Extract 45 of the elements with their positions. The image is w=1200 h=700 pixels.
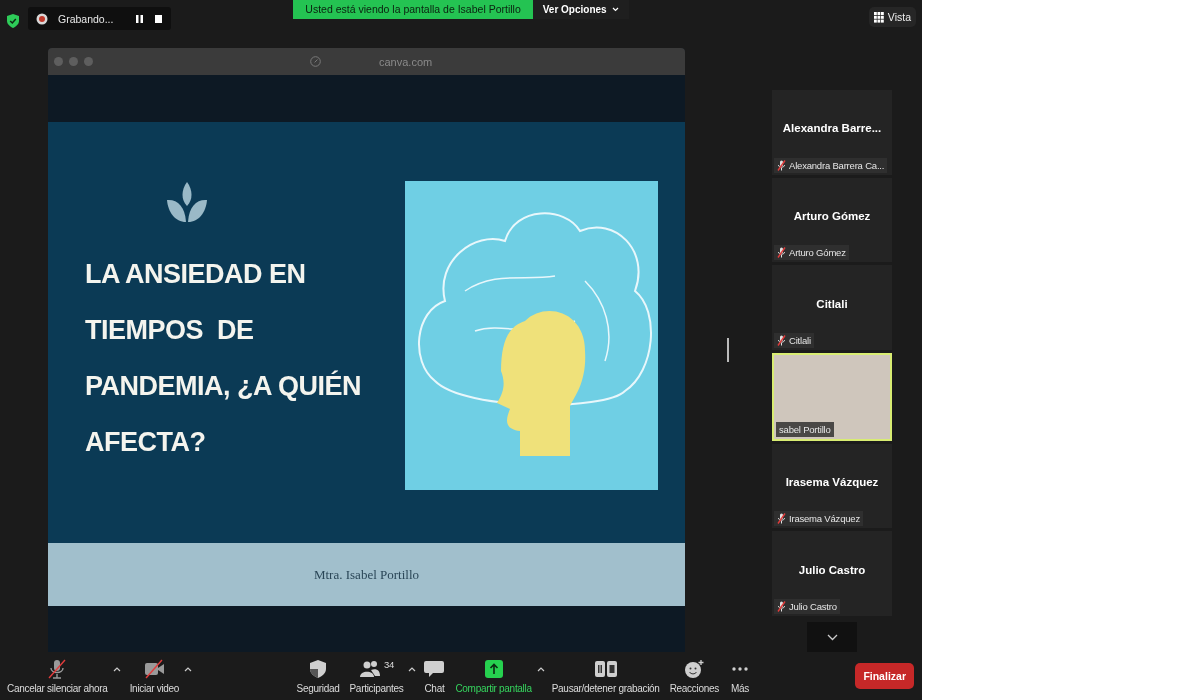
end-meeting-button[interactable]: Finalizar [855, 663, 914, 689]
chevron-down-icon [826, 633, 838, 641]
caret-icon[interactable] [408, 666, 417, 672]
security-shield-icon [7, 13, 19, 28]
caret-icon[interactable] [112, 666, 121, 672]
window-minimize-dot[interactable] [69, 57, 78, 66]
window-close-dot[interactable] [54, 57, 63, 66]
participant-name: Citlali [816, 297, 848, 310]
presenter-name: Mtra. Isabel Portillo [313, 566, 420, 583]
participant-name: Irasema Vázquez [785, 476, 879, 489]
reactions-button[interactable]: Reacciones [666, 656, 722, 696]
recording-label: Grabando... [58, 12, 114, 25]
participant-label-text: sabel Portillo [779, 423, 831, 435]
participant-label-text: Julio Castro [789, 601, 837, 613]
participants-button[interactable]: 34 Participantes [346, 656, 407, 696]
screen-share-banner: Usted está viendo la pantalla de Isabel Portillo [293, 0, 533, 19]
compass-icon [310, 56, 321, 67]
security-button[interactable]: Seguridad [293, 656, 343, 696]
stop-icon[interactable] [154, 13, 164, 24]
more-button[interactable]: Más [725, 656, 754, 696]
caret-icon[interactable] [184, 666, 193, 672]
chevron-down-icon [611, 7, 619, 12]
window-zoom-dot[interactable] [84, 57, 93, 66]
video-button[interactable]: Iniciar video [126, 656, 183, 696]
leaves-icon [167, 182, 207, 224]
resize-handle[interactable] [726, 338, 729, 362]
record-icon [36, 12, 48, 25]
caret-icon[interactable] [536, 666, 545, 672]
participant-name: Julio Castro [798, 563, 866, 576]
chat-button[interactable]: Chat [420, 656, 449, 696]
view-button[interactable]: Vista [868, 7, 916, 27]
participant-label-text: Citlali [789, 335, 811, 347]
participant-name: Alexandra Barre... [782, 122, 882, 135]
grid-icon [873, 11, 884, 23]
pause-icon[interactable] [135, 13, 145, 24]
share-button[interactable]: Compartir pantalla [452, 656, 535, 696]
participant-label-text: Irasema Vázquez [789, 513, 860, 525]
mic-button[interactable]: Cancelar silenciar ahora [4, 656, 111, 696]
participant-name: Arturo Gómez [793, 210, 871, 223]
participant-label-text: Alexandra Barrera Ca... [789, 159, 885, 171]
slide-title: LA ANSIEDAD EN TIEMPOS DE PANDEMIA, ¿A QUIÉN AFECTA? [85, 258, 361, 459]
record-button[interactable]: Pausar/detener grabación [548, 656, 663, 696]
view-options-button[interactable]: Ver Opciones [532, 0, 629, 19]
page-url: canva.com [379, 55, 433, 68]
participant-label-text: Arturo Gómez [789, 247, 846, 259]
